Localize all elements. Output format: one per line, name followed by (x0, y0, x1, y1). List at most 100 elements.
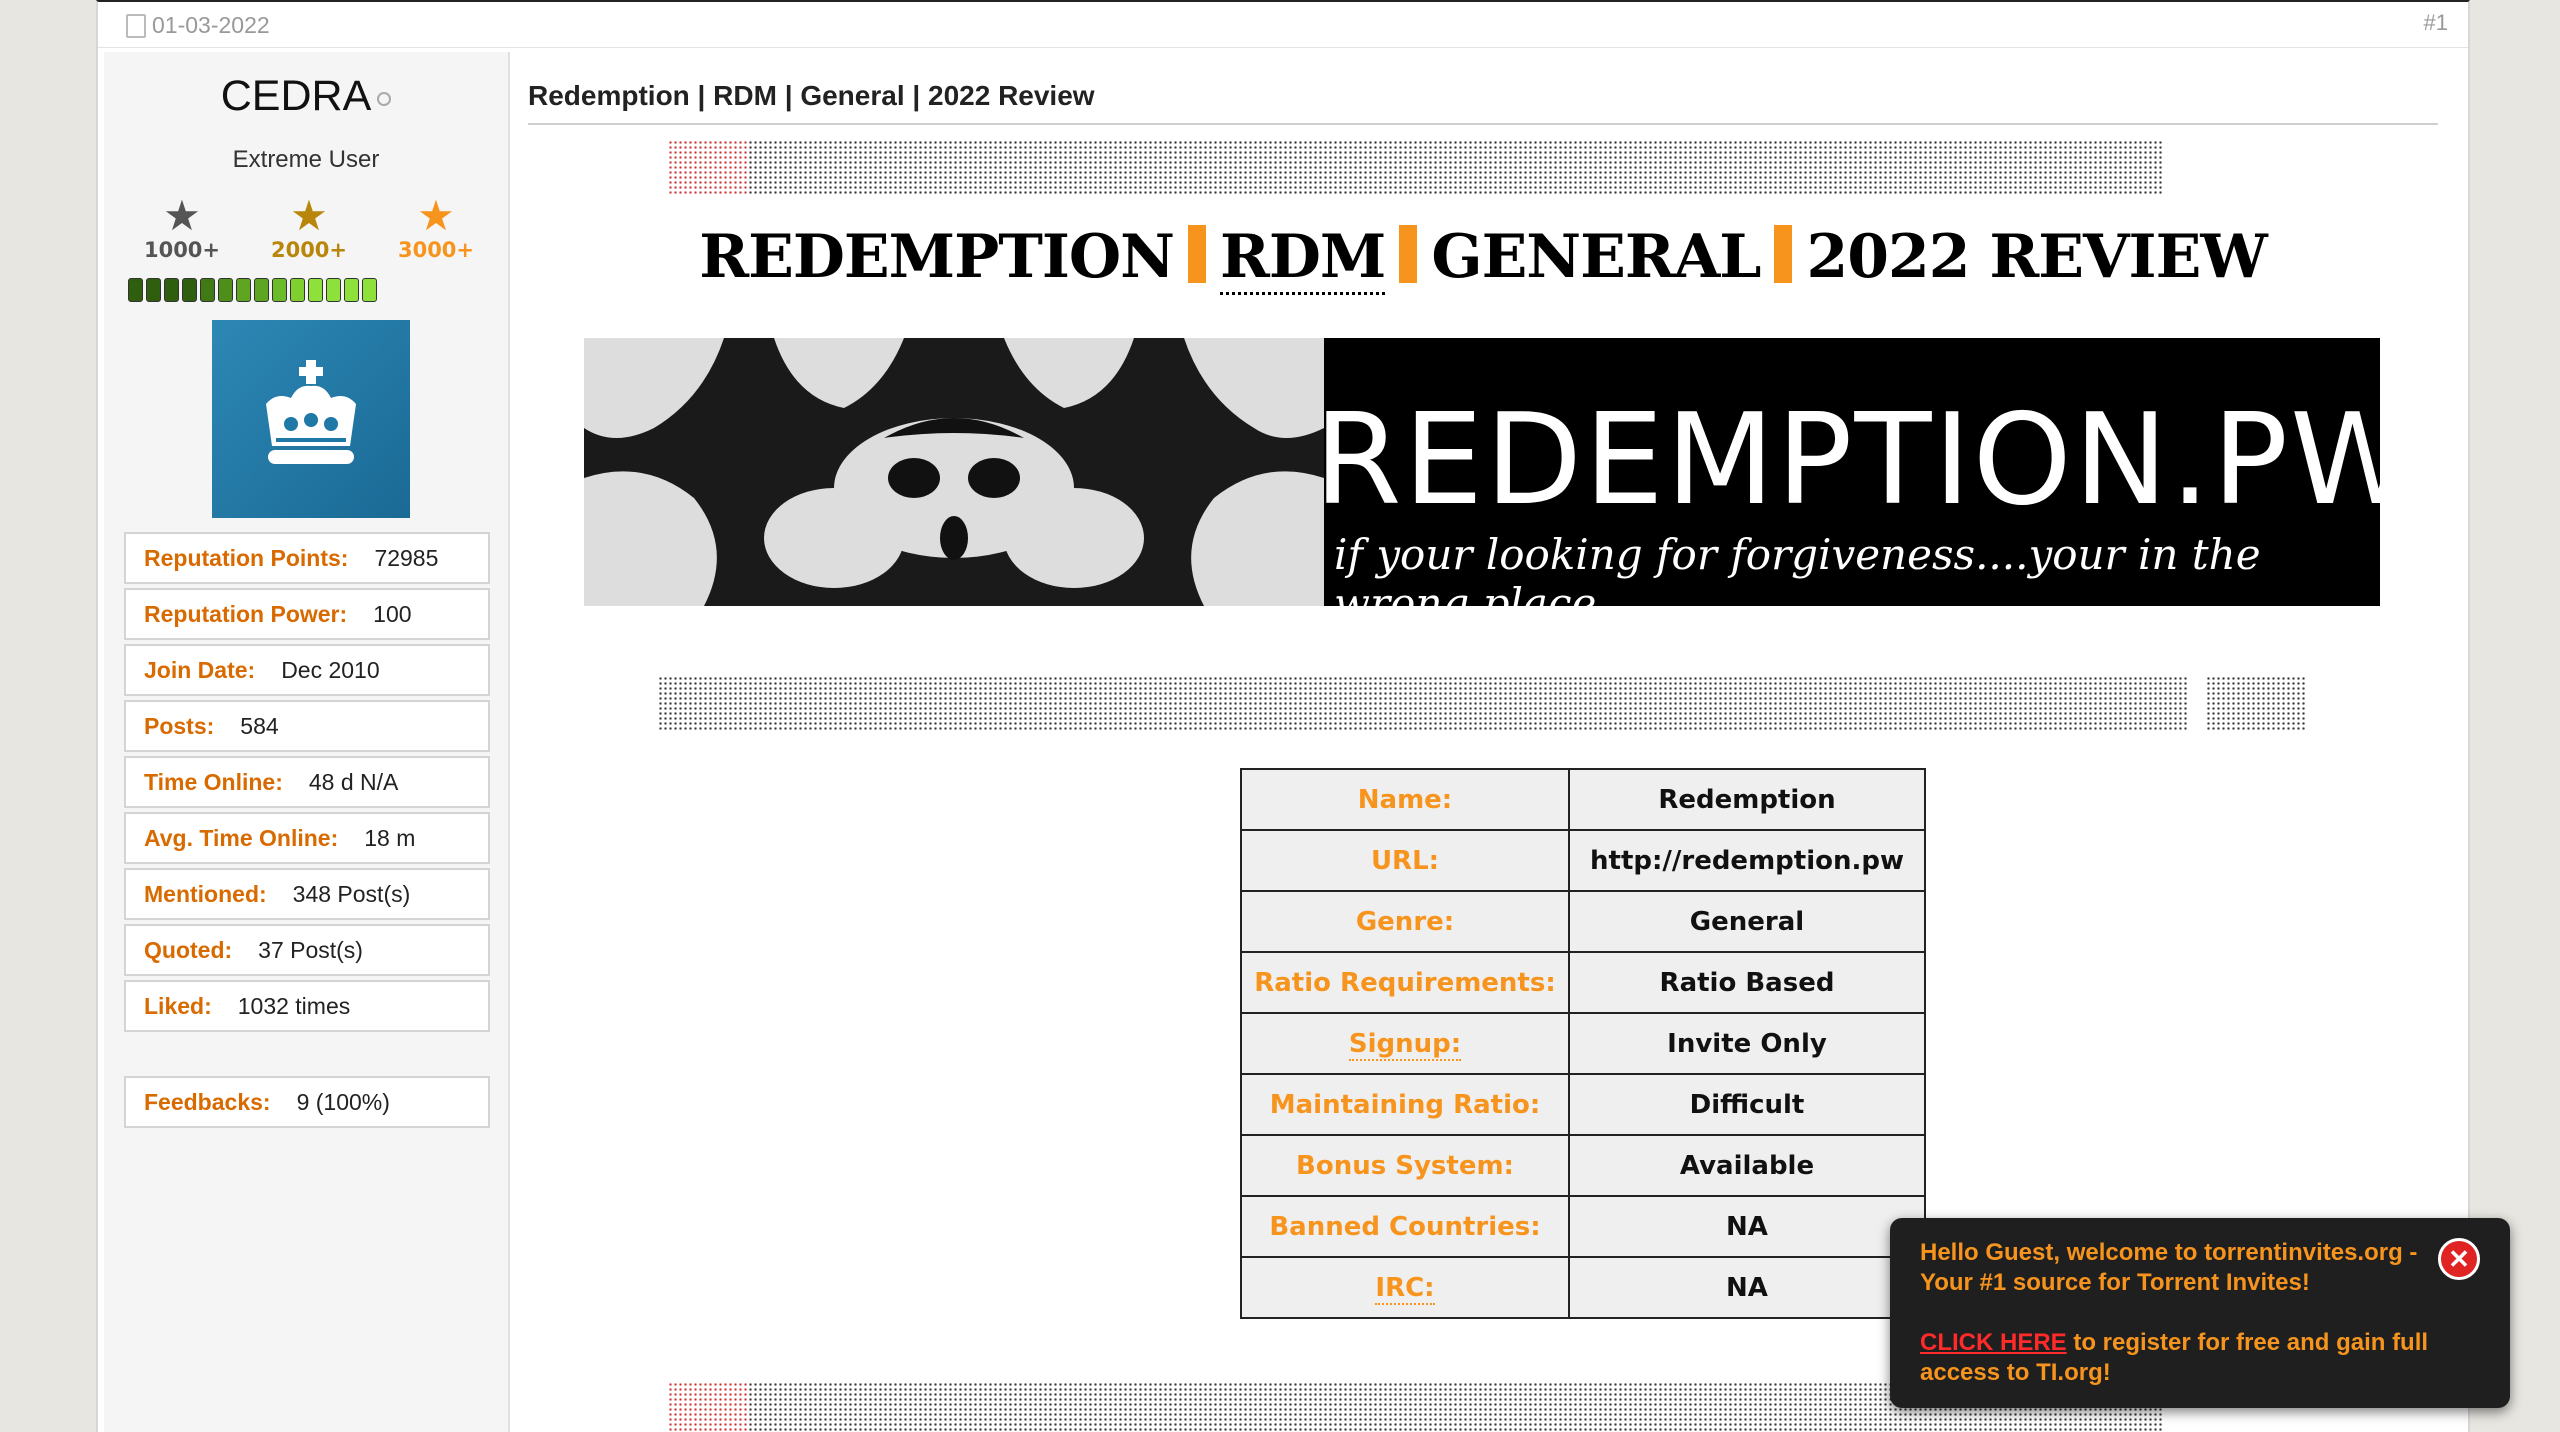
headline-part: 2022 REVIEW (1806, 222, 2267, 292)
table-row: Bonus System: Available (1240, 1134, 1926, 1197)
headline-separator (1188, 225, 1207, 283)
dotted-divider (668, 140, 748, 196)
banner-subtitle: if your looking for forgiveness....your … (1334, 530, 2261, 606)
close-icon[interactable]: ✕ (2438, 1238, 2480, 1280)
dotted-divider (668, 1382, 748, 1432)
headline-separator (1399, 225, 1418, 283)
avatar[interactable] (212, 320, 410, 518)
info-join-date: Join Date: Dec 2010 (124, 644, 490, 696)
row-value: Invite Only (1568, 1012, 1926, 1075)
title-divider (528, 123, 2438, 125)
info-avg-time-online: Avg. Time Online: 18 m (124, 812, 490, 864)
user-title: Extreme User (232, 146, 380, 173)
info-value: 1032 times (237, 992, 351, 1019)
row-label: Genre: (1240, 890, 1570, 953)
info-label: Avg. Time Online: (144, 824, 339, 851)
reputation-segment (362, 278, 377, 302)
award-2000: ★ 2000+ (251, 192, 367, 263)
row-label: Ratio Requirements: (1240, 951, 1570, 1014)
row-label: Banned Countries: (1240, 1195, 1570, 1258)
row-value: Difficult (1568, 1073, 1926, 1136)
info-liked: Liked: 1032 times (124, 980, 490, 1032)
reputation-segment (146, 278, 161, 302)
headline-abbr: RDM (1220, 222, 1386, 295)
table-row: Name: Redemption (1240, 768, 1926, 831)
tracker-banner: REDEMPTION.PW if your looking for forgiv… (584, 338, 2380, 606)
dotted-divider (658, 676, 2188, 732)
reputation-segment (326, 278, 341, 302)
table-row: Signup: Invite Only (1240, 1012, 1926, 1075)
banner-title: REDEMPTION.PW (1314, 386, 2380, 533)
info-label: Join Date: (144, 656, 256, 683)
row-value: NA (1568, 1256, 1926, 1319)
reputation-segment (236, 278, 251, 302)
info-posts: Posts: 584 (124, 700, 490, 752)
info-value: 72985 (374, 544, 439, 571)
post-awards: ★ 1000+ ★ 2000+ ★ 3000+ (124, 192, 494, 263)
award-label: 1000+ (143, 238, 221, 262)
review-headline: REDEMPTION RDM GENERAL 2022 REVIEW (528, 222, 2438, 295)
info-label: Reputation Points: (144, 544, 349, 571)
info-value: 48 d N/A (308, 768, 399, 795)
username-text[interactable]: CEDRA (221, 72, 372, 120)
toast-message: Hello Guest, welcome to torrentinvites.o… (1920, 1239, 2418, 1296)
info-value: 37 Post(s) (258, 936, 363, 963)
info-quoted: Quoted: 37 Post(s) (124, 924, 490, 976)
star-icon: ★ (417, 192, 455, 239)
guest-welcome-toast: ✕ Hello Guest, welcome to torrentinvites… (1890, 1218, 2510, 1408)
headline-separator (1774, 225, 1793, 283)
irc-label: IRC: (1375, 1272, 1435, 1305)
reputation-segment (272, 278, 287, 302)
info-label: Posts: (144, 712, 215, 739)
toast-spacer (1920, 1298, 2480, 1328)
row-value: Ratio Based (1568, 951, 1926, 1014)
star-icon: ★ (290, 192, 328, 239)
reputation-segment (308, 278, 323, 302)
post-header: 01-03-2022 #1 (98, 2, 2468, 48)
info-value: 348 Post(s) (292, 880, 411, 907)
reputation-segment (182, 278, 197, 302)
row-label: IRC: (1240, 1256, 1570, 1319)
signup-label: Signup: (1348, 1028, 1462, 1061)
post-date-text: 01-03-2022 (152, 12, 270, 38)
post-title: Redemption | RDM | General | 2022 Review (528, 80, 1095, 111)
info-label: Quoted: (144, 936, 233, 963)
row-label: Bonus System: (1240, 1134, 1570, 1197)
reputation-segment (344, 278, 359, 302)
award-1000: ★ 1000+ (124, 192, 240, 263)
dotted-divider (2206, 676, 2306, 732)
info-feedbacks: Feedbacks: 9 (100%) (124, 1076, 490, 1128)
reputation-segment (290, 278, 305, 302)
toast-register-text: CLICK HERE to register for free and gain… (1920, 1328, 2480, 1388)
info-value: 9 (100%) (296, 1088, 390, 1115)
info-mentioned: Mentioned: 348 Post(s) (124, 868, 490, 920)
star-icon: ★ (163, 192, 201, 239)
register-link[interactable]: CLICK HERE (1920, 1329, 2067, 1356)
info-label: Liked: (144, 992, 212, 1019)
crown-icon (266, 360, 356, 464)
award-3000: ★ 3000+ (378, 192, 494, 263)
info-label: Time Online: (144, 768, 283, 795)
row-label: Name: (1240, 768, 1570, 831)
username[interactable]: CEDRA (104, 72, 508, 121)
row-label: Maintaining Ratio: (1240, 1073, 1570, 1136)
info-value: 18 m (364, 824, 416, 851)
dotted-divider (748, 140, 2162, 196)
reputation-segment (128, 278, 143, 302)
headline-part: GENERAL (1431, 222, 1761, 292)
post-number-link[interactable]: #1 (2424, 10, 2448, 36)
reputation-bar (128, 278, 377, 302)
info-label: Feedbacks: (144, 1088, 271, 1115)
info-reputation-power: Reputation Power: 100 (124, 588, 490, 640)
row-label: URL: (1240, 829, 1570, 892)
headline-part: REDEMPTION (699, 222, 1175, 292)
review-details-table: Name: Redemption URL: http://redemption.pw… (1240, 768, 1926, 1319)
user-sidebar: CEDRA Extreme User ★ 1000+ ★ 2000+ ★ 300… (104, 52, 510, 1432)
info-label: Reputation Power: (144, 600, 348, 627)
user-info-list: Reputation Points: 72985 Reputation Power… (124, 532, 490, 1036)
table-row: URL: http://redemption.pw (1240, 829, 1926, 892)
table-row: Ratio Requirements: Ratio Based (1240, 951, 1926, 1014)
info-value: Dec 2010 (281, 656, 380, 683)
award-label: 3000+ (397, 238, 475, 262)
reputation-segment (254, 278, 269, 302)
